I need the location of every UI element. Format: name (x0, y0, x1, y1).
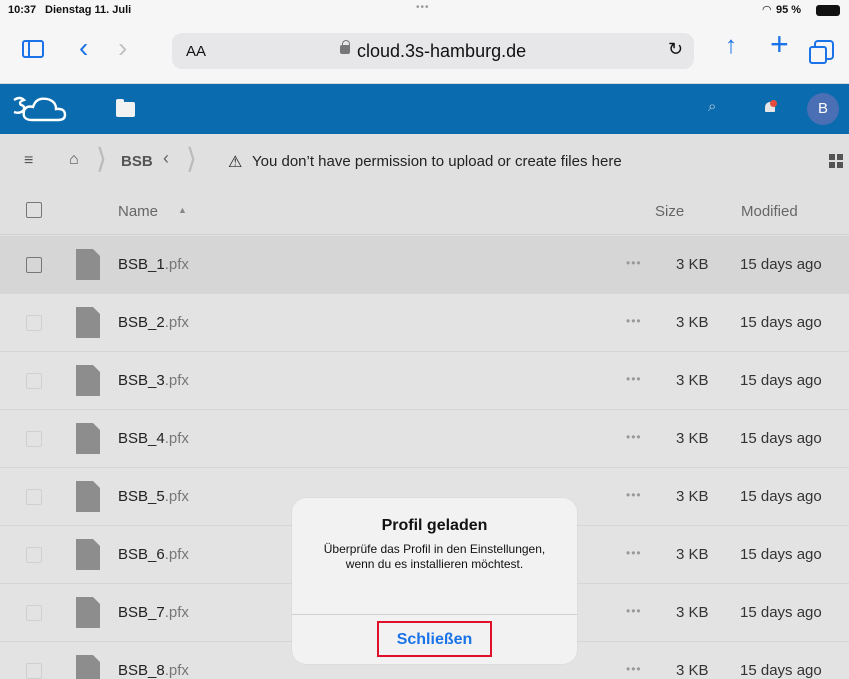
select-all-checkbox[interactable] (26, 202, 42, 218)
file-icon (76, 481, 100, 512)
more-actions-icon[interactable]: ••• (626, 488, 642, 502)
close-button[interactable]: Schließen (377, 621, 492, 657)
file-icon (76, 365, 100, 396)
status-bar: 10:37 Dienstag 11. Juli ••• ◠ 95 % (0, 0, 849, 22)
more-actions-icon[interactable]: ••• (626, 372, 642, 386)
forward-icon[interactable]: › (118, 34, 127, 62)
file-icon (76, 307, 100, 338)
file-size: 3 KB (676, 256, 709, 273)
row-checkbox[interactable] (26, 315, 42, 331)
column-name[interactable]: Name (118, 203, 158, 220)
file-size: 3 KB (676, 604, 709, 621)
breadcrumb-folder[interactable]: BSB (121, 153, 153, 170)
row-checkbox[interactable] (26, 605, 42, 621)
file-modified: 15 days ago (740, 256, 822, 273)
battery-icon (816, 5, 840, 16)
app-header: ⌕ B (0, 84, 849, 134)
reload-icon[interactable]: ↻ (668, 39, 683, 60)
file-name[interactable]: BSB_5.pfx (118, 488, 189, 505)
more-actions-icon[interactable]: ••• (626, 314, 642, 328)
cloud-logo-icon[interactable] (8, 94, 112, 124)
search-icon[interactable]: ⌕ (708, 98, 716, 115)
file-name[interactable]: BSB_4.pfx (118, 430, 189, 447)
file-name[interactable]: BSB_1.pfx (118, 256, 189, 273)
navigation-menu-icon[interactable]: ≡ (24, 152, 33, 170)
file-list-header: Name ▲ Size Modified (0, 190, 849, 235)
share-folder-icon[interactable]: ‹ (163, 148, 169, 169)
tabs-overview-icon[interactable] (809, 40, 834, 64)
table-row[interactable]: BSB_1.pfx ••• 3 KB 15 days ago (0, 236, 849, 294)
files-controls: ≡ ⌂ ⟩ BSB ‹ ⟩ ⚠ You don’t have permissio… (0, 134, 849, 190)
row-checkbox[interactable] (26, 431, 42, 447)
url-text[interactable]: cloud.3s-hamburg.de (357, 41, 526, 62)
grid-view-icon[interactable] (829, 154, 843, 168)
status-time: 10:37 (8, 4, 37, 16)
file-name[interactable]: BSB_8.pfx (118, 662, 189, 679)
more-actions-icon[interactable]: ••• (626, 546, 642, 560)
avatar[interactable]: B (807, 93, 839, 125)
notifications-icon[interactable] (764, 100, 777, 114)
file-name[interactable]: BSB_2.pfx (118, 314, 189, 331)
sidebar-toggle-icon[interactable] (22, 40, 44, 58)
back-icon[interactable]: ‹ (79, 34, 88, 62)
row-checkbox[interactable] (26, 547, 42, 563)
file-icon (76, 597, 100, 628)
column-modified[interactable]: Modified (741, 203, 798, 220)
row-checkbox[interactable] (26, 257, 42, 273)
file-size: 3 KB (676, 430, 709, 447)
profile-alert-dialog: Profil geladen Überprüfe das Profil in d… (292, 498, 577, 664)
battery-percent: 95 % (776, 4, 802, 16)
file-modified: 15 days ago (740, 546, 822, 563)
file-icon (76, 655, 100, 679)
safari-toolbar: ‹ › AA cloud.3s-hamburg.de ↻ ↑ + (0, 22, 849, 84)
breadcrumb-separator-icon: ⟩ (186, 143, 197, 174)
row-checkbox[interactable] (26, 373, 42, 389)
lock-icon (340, 40, 350, 54)
warning-icon: ⚠ (228, 154, 243, 171)
wifi-icon: ◠ (762, 4, 772, 16)
alert-message: Überprüfe das Profil in den Einstellunge… (323, 542, 546, 571)
alert-title: Profil geladen (381, 517, 488, 534)
file-name[interactable]: BSB_7.pfx (118, 604, 189, 621)
text-size-button[interactable]: AA (186, 43, 206, 60)
file-size: 3 KB (676, 488, 709, 505)
alert-divider (292, 614, 577, 615)
files-app-icon[interactable] (116, 99, 135, 117)
file-icon (76, 249, 100, 280)
file-icon (76, 423, 100, 454)
file-size: 3 KB (676, 314, 709, 331)
row-checkbox[interactable] (26, 489, 42, 505)
more-actions-icon[interactable]: ••• (626, 662, 642, 676)
file-name[interactable]: BSB_3.pfx (118, 372, 189, 389)
file-modified: 15 days ago (740, 314, 822, 331)
more-actions-icon[interactable]: ••• (626, 430, 642, 444)
file-modified: 15 days ago (740, 488, 822, 505)
permission-warning: You don’t have permission to upload or c… (252, 153, 622, 170)
file-size: 3 KB (676, 546, 709, 563)
new-tab-icon[interactable]: + (770, 28, 789, 60)
more-actions-icon[interactable]: ••• (626, 604, 642, 618)
row-checkbox[interactable] (26, 663, 42, 679)
file-size: 3 KB (676, 372, 709, 389)
table-row[interactable]: BSB_3.pfx ••• 3 KB 15 days ago (0, 352, 849, 410)
file-modified: 15 days ago (740, 372, 822, 389)
file-name[interactable]: BSB_6.pfx (118, 546, 189, 563)
column-size[interactable]: Size (655, 203, 684, 220)
share-icon[interactable]: ↑ (725, 34, 737, 58)
more-actions-icon[interactable]: ••• (626, 256, 642, 270)
table-row[interactable]: BSB_4.pfx ••• 3 KB 15 days ago (0, 410, 849, 468)
home-icon[interactable]: ⌂ (69, 151, 79, 169)
file-icon (76, 539, 100, 570)
file-modified: 15 days ago (740, 662, 822, 679)
breadcrumb-separator-icon: ⟩ (96, 143, 107, 174)
status-date: Dienstag 11. Juli (45, 4, 132, 16)
file-size: 3 KB (676, 662, 709, 679)
address-bar[interactable]: AA cloud.3s-hamburg.de ↻ (172, 33, 694, 69)
sort-ascending-icon[interactable]: ▲ (178, 205, 187, 215)
multitasking-dots[interactable]: ••• (416, 2, 430, 13)
file-modified: 15 days ago (740, 430, 822, 447)
file-modified: 15 days ago (740, 604, 822, 621)
table-row[interactable]: BSB_2.pfx ••• 3 KB 15 days ago (0, 294, 849, 352)
